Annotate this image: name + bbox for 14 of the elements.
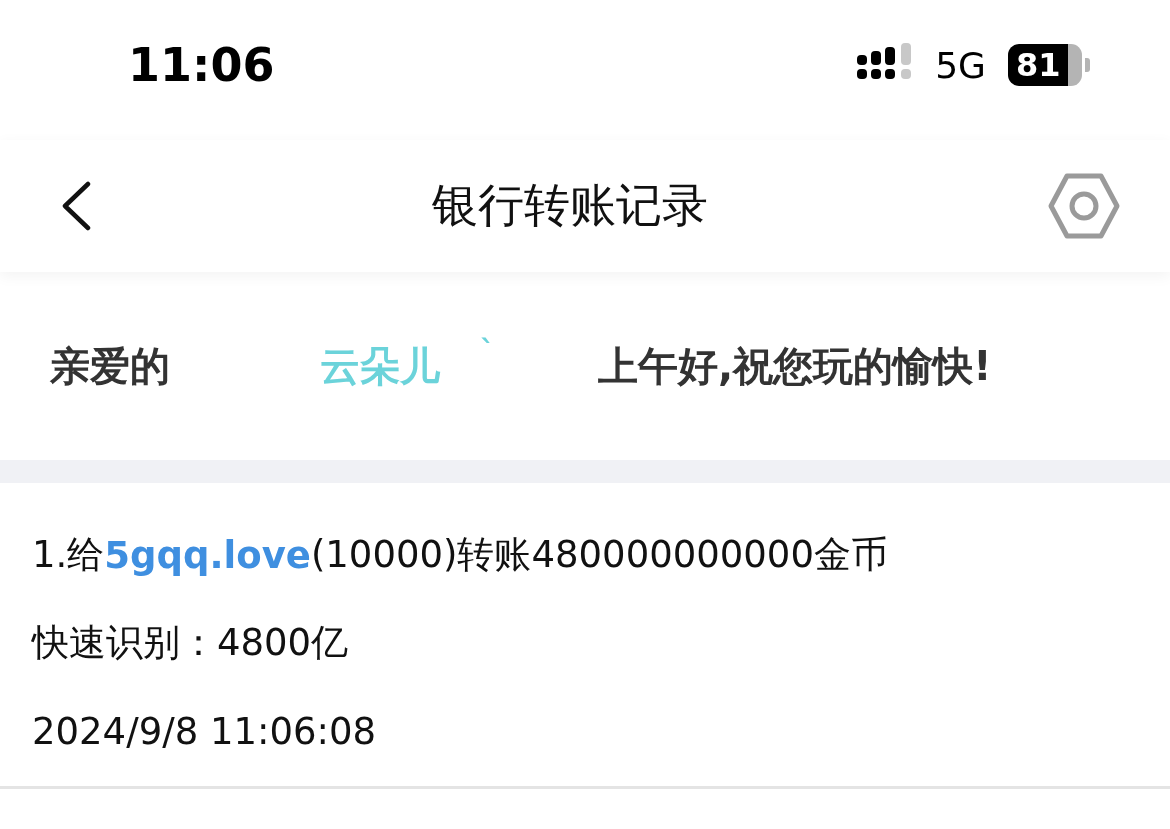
- transfer-time: 2024/9/8 11:06:08: [32, 708, 378, 755]
- status-time: 11:06: [128, 38, 275, 92]
- name-mark: ˋ: [480, 333, 496, 369]
- recipient-link[interactable]: 5gqq.love: [104, 533, 311, 577]
- greeting-label: 亲爱的: [50, 341, 171, 391]
- quick-amount: 快速识别：4800亿: [32, 620, 350, 666]
- page-title: 银行转账记录: [432, 177, 708, 234]
- back-icon[interactable]: [60, 181, 92, 231]
- user-name: 云朵儿: [320, 341, 440, 391]
- battery-indicator: 81: [1008, 44, 1090, 86]
- network-label: 5G: [935, 44, 986, 86]
- transfer-description: 1.给5gqq.love(10000)转账480000000000金币: [32, 532, 889, 579]
- greeting-message: 上午好,祝您玩的愉快!: [598, 341, 992, 391]
- settings-icon[interactable]: [1048, 173, 1120, 239]
